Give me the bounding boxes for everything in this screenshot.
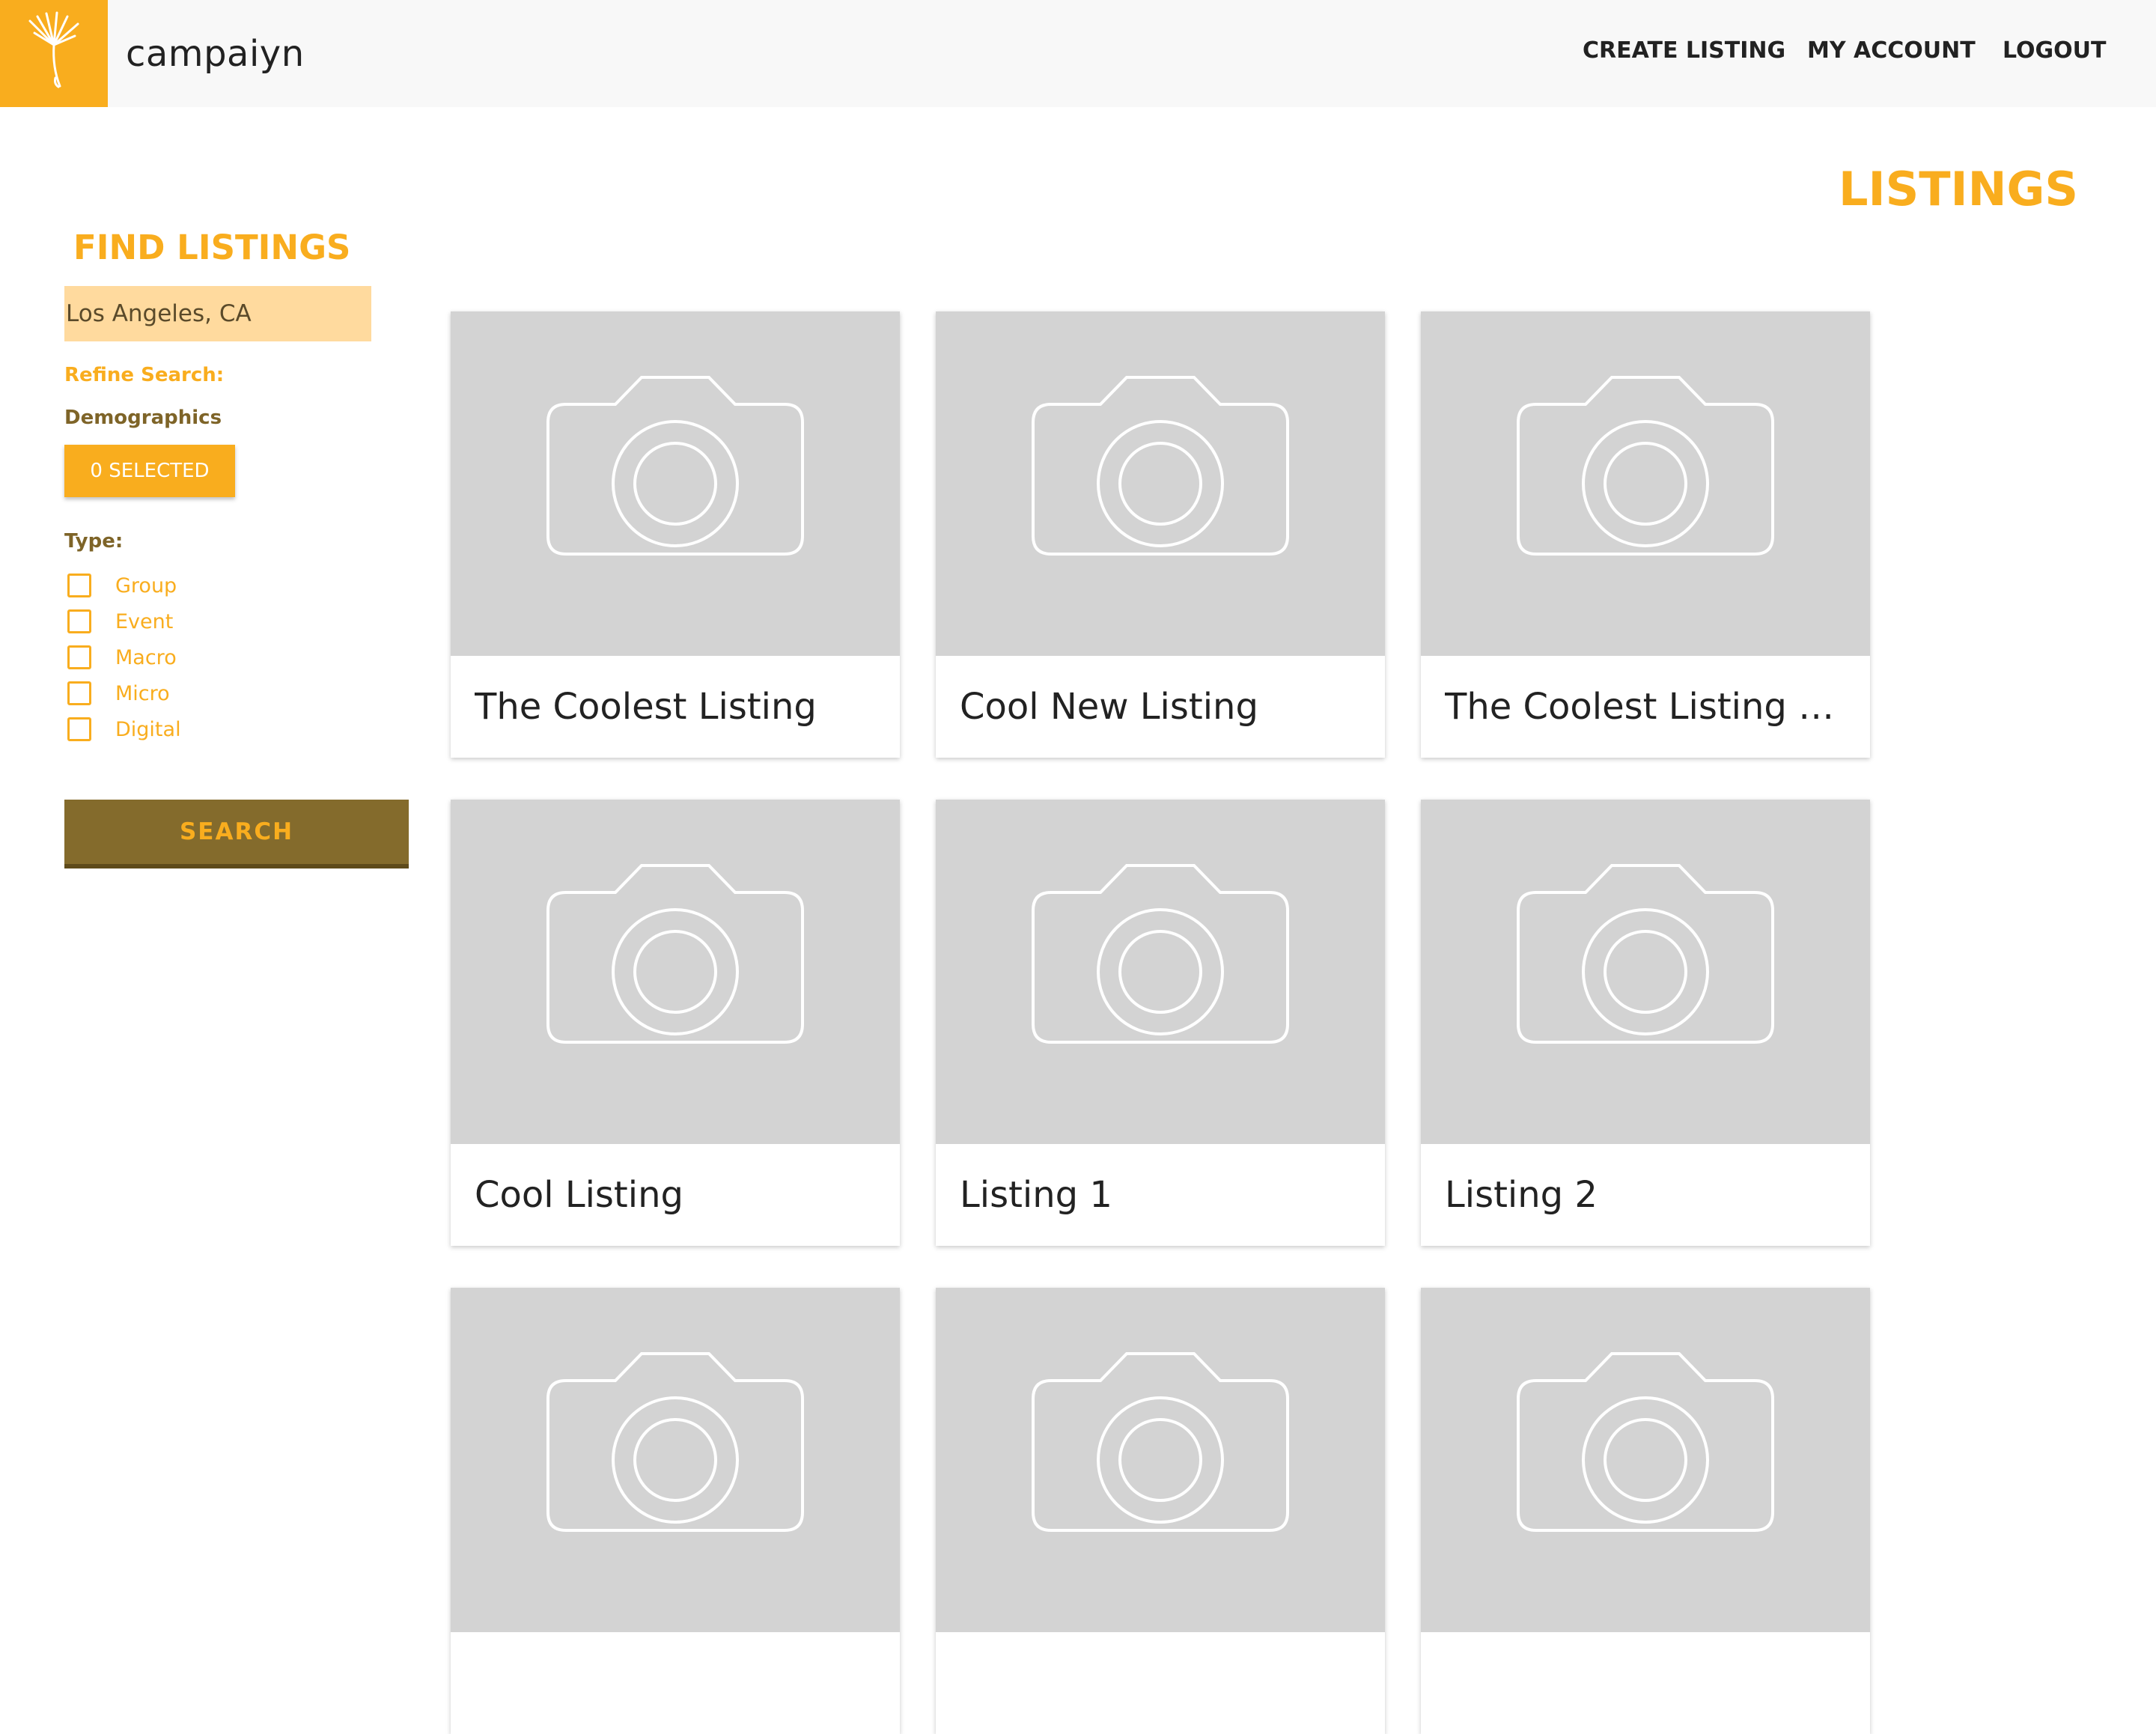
listing-image (936, 311, 1385, 656)
camera-icon (1032, 864, 1289, 1044)
listing-title: Listing 2 (1445, 1174, 1598, 1216)
checkbox-digital[interactable] (67, 717, 91, 741)
listing-image (451, 1288, 900, 1632)
camera-icon (1517, 864, 1774, 1044)
listing-card[interactable]: Cool New Listing (936, 311, 1385, 758)
demographics-label: Demographics (64, 407, 222, 429)
listing-card[interactable]: Cool Listing (451, 800, 900, 1246)
listing-card[interactable]: Listing 1 (936, 800, 1385, 1246)
listing-image (936, 800, 1385, 1144)
search-button[interactable]: SEARCH (64, 800, 409, 868)
nav-logout[interactable]: LOGOUT (2003, 37, 2107, 64)
listing-image (936, 1288, 1385, 1632)
type-option-label: Digital (115, 717, 181, 741)
brand-name: campaiyn (126, 33, 305, 75)
camera-icon (546, 864, 804, 1044)
type-option-digital[interactable]: Digital (67, 714, 181, 744)
type-option-label: Group (115, 574, 177, 597)
listing-title: Cool New Listing (960, 686, 1258, 728)
type-option-label: Micro (115, 681, 170, 705)
listing-image (1421, 311, 1870, 656)
type-option-micro[interactable]: Micro (67, 678, 170, 708)
nav-my-account[interactable]: MY ACCOUNT (1807, 37, 1976, 64)
camera-icon (1032, 376, 1289, 556)
listing-card[interactable]: Listing 2 (1421, 800, 1870, 1246)
dandelion-seed-icon (28, 11, 79, 88)
listing-card[interactable] (451, 1288, 900, 1734)
listing-image (1421, 1288, 1870, 1632)
listings-title: LISTINGS (1839, 162, 2079, 216)
camera-icon (1517, 376, 1774, 556)
listing-card[interactable] (936, 1288, 1385, 1734)
listing-card[interactable] (1421, 1288, 1870, 1734)
listing-image (451, 311, 900, 656)
listing-card[interactable]: The Coolest Listing Ev… (1421, 311, 1870, 758)
listing-image (1421, 800, 1870, 1144)
type-label: Type: (64, 530, 124, 553)
checkbox-group[interactable] (67, 574, 91, 597)
refine-search-label: Refine Search: (64, 364, 225, 386)
find-listings-title: FIND LISTINGS (73, 228, 351, 267)
listing-image (451, 800, 900, 1144)
camera-icon (1517, 1352, 1774, 1532)
checkbox-micro[interactable] (67, 681, 91, 705)
nav-create-listing[interactable]: CREATE LISTING (1583, 37, 1785, 64)
listing-title: Listing 1 (960, 1174, 1112, 1216)
type-option-group[interactable]: Group (67, 571, 177, 600)
listing-title: Cool Listing (475, 1174, 683, 1216)
type-option-event[interactable]: Event (67, 606, 173, 636)
listing-card[interactable]: The Coolest Listing (451, 311, 900, 758)
type-option-macro[interactable]: Macro (67, 642, 177, 672)
listing-title: The Coolest Listing Ev… (1445, 686, 1849, 728)
checkbox-macro[interactable] (67, 645, 91, 669)
location-input[interactable] (64, 286, 371, 341)
camera-icon (546, 1352, 804, 1532)
type-option-label: Macro (115, 645, 177, 669)
camera-icon (1032, 1352, 1289, 1532)
checkbox-event[interactable] (67, 609, 91, 633)
logo[interactable] (0, 0, 108, 107)
type-option-label: Event (115, 609, 174, 633)
listing-title: The Coolest Listing (475, 686, 817, 728)
top-header: campaiyn CREATE LISTING MY ACCOUNT LOGOU… (0, 0, 2156, 107)
demographics-select-button[interactable]: 0 SELECTED (64, 445, 235, 497)
camera-icon (546, 376, 804, 556)
